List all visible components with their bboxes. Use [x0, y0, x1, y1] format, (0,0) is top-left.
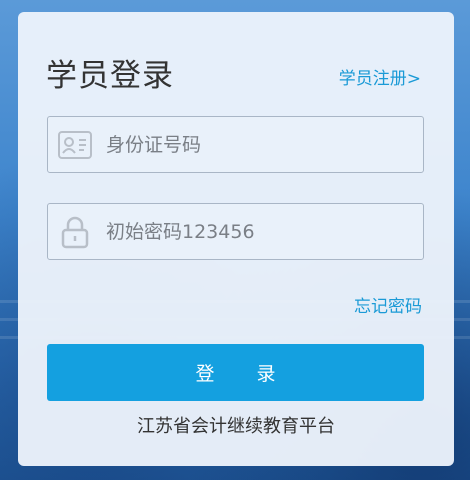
lock-icon: [58, 216, 92, 249]
login-button[interactable]: 登 录: [47, 344, 424, 401]
platform-name: 江苏省会计继续教育平台: [137, 416, 335, 437]
id-number-input[interactable]: [106, 117, 406, 172]
forgot-password-link[interactable]: 忘记密码: [354, 292, 422, 317]
password-input[interactable]: [106, 204, 406, 259]
id-card-icon: [58, 129, 92, 161]
register-link[interactable]: 学员注册>: [339, 64, 421, 89]
password-field[interactable]: [47, 203, 424, 260]
login-title: 学员登录: [46, 58, 174, 94]
id-number-field[interactable]: [47, 116, 424, 173]
login-card: 学员登录 学员注册> 忘记密码 登 录 江苏省会计继续教育平台: [18, 12, 454, 466]
